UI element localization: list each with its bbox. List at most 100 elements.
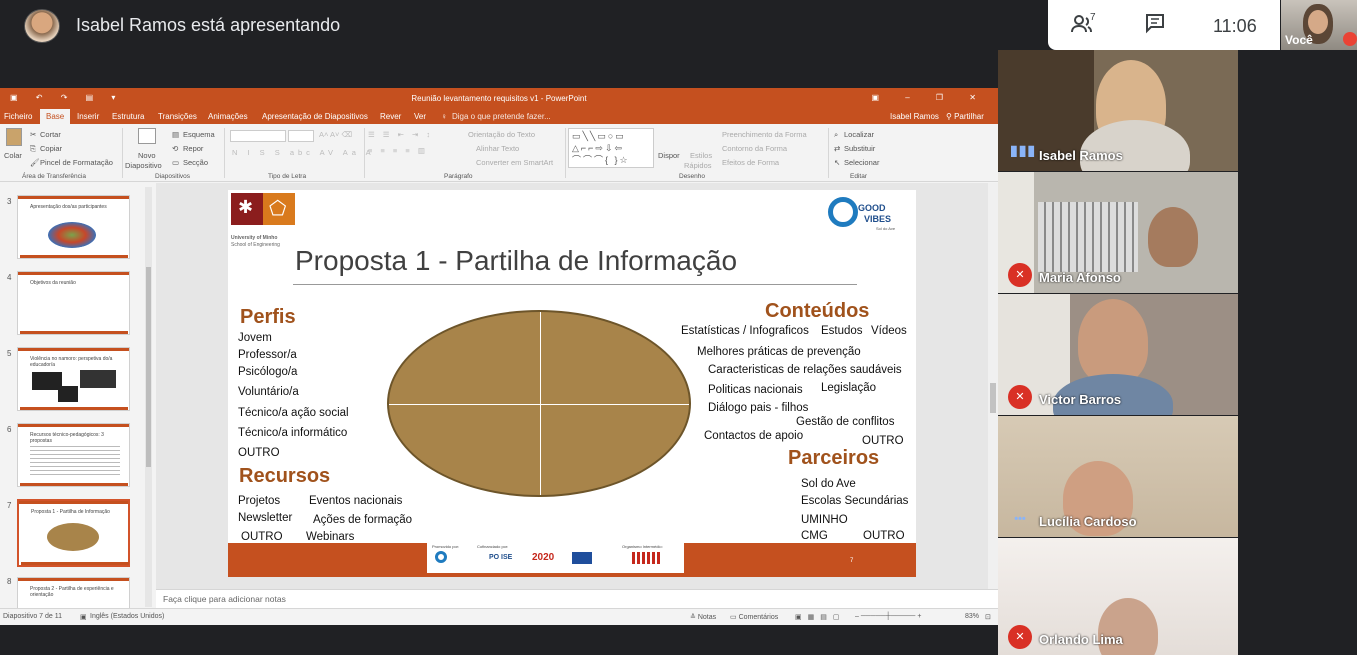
conteudo-item: Legislação — [821, 382, 876, 394]
tab-base[interactable]: Base — [40, 109, 71, 124]
recursos-heading: Recursos — [239, 465, 331, 487]
align-text-button[interactable]: Alinhar Texto — [476, 144, 519, 153]
thumb-slide-6[interactable]: Recursos técnico-pedagógicos: 3 proposta… — [17, 423, 130, 487]
comments-toggle-label: Comentários — [738, 614, 779, 621]
thumb-slide-3[interactable]: Apresentação dos/as participantes — [17, 195, 130, 259]
tab-rever[interactable]: Rever — [380, 112, 401, 121]
perfil-item: Jovem — [238, 332, 272, 344]
thumb-title: Objetivos da reunião — [30, 280, 76, 286]
participant-tile-isabel[interactable]: ▮▮▮ Isabel Ramos — [998, 50, 1238, 171]
new-slide-button[interactable]: Novo — [138, 151, 156, 160]
thumb-slide-7[interactable]: Proposta 1 - Partilha de Informação — [17, 499, 130, 567]
powerpoint-window: ▣ ↶ ↷ ▤ ▾ Reunião levantamento requisito… — [0, 88, 998, 625]
shape-fill-button[interactable]: Preenchimento da Forma — [722, 130, 807, 139]
mic-off-icon: ✕ — [1008, 263, 1032, 287]
group-drawing: Desenho — [679, 173, 706, 180]
recurso-item: Ações de formação — [313, 514, 413, 526]
zoom-level[interactable]: 83% — [965, 613, 979, 620]
participant-tile-maria[interactable]: ✕ Maria Afonso — [998, 172, 1238, 293]
participant-tile-victor[interactable]: ✕ Victor Barros — [998, 294, 1238, 415]
share-button[interactable]: ⚲ Partilhar — [946, 112, 984, 121]
thumb-number: 5 — [7, 349, 12, 358]
smartart-button[interactable]: Converter em SmartArt — [476, 158, 553, 167]
tab-estrutura[interactable]: Estrutura — [112, 112, 144, 121]
good-vibes-logo: GOOD VIBES Sol do Ave — [828, 193, 908, 233]
thumbnail-scrollbar[interactable] — [145, 187, 152, 607]
tab-transicoes[interactable]: Transições — [158, 112, 197, 121]
shapes-gallery[interactable]: ▭╲╲▭○▭ △⌐⌐⇨⇩⇦ ⌒⌒⌒{ }☆ — [568, 128, 654, 168]
paste-icon — [6, 128, 22, 146]
text-direction-button[interactable]: Orientação do Texto — [468, 130, 535, 139]
format-painter-button[interactable]: Pincel de Formatação — [40, 158, 113, 167]
font-grow-shrink[interactable]: A˄ A˅ ⌫ — [319, 130, 352, 139]
fit-slide-icon[interactable]: ⊡ — [985, 613, 991, 621]
font-style-buttons[interactable]: N I S S abc AV Aa A — [232, 148, 375, 157]
notes-pane[interactable]: Faça clique para adicionar notas — [156, 589, 998, 608]
tab-ficheiro[interactable]: Ficheiro — [4, 112, 32, 121]
participants-button[interactable]: 7 — [1070, 12, 1102, 36]
slide-canvas[interactable]: ✱ ⬠ University of Minho School of Engineer… — [228, 190, 916, 577]
zoom-slider[interactable]: – ─────┼───── + — [855, 613, 921, 620]
recurso-item: Newsletter — [238, 512, 293, 524]
view-buttons[interactable]: ▣▦▤▢ — [795, 613, 845, 621]
thumb-title: Violência no namoro: perspetiva do/a edu… — [30, 356, 113, 368]
layout-button[interactable]: Esquema — [183, 130, 215, 139]
quick-styles-label-2: Rápidos — [684, 161, 712, 170]
perfil-item: Psicólogo/a — [238, 366, 298, 378]
conteudo-item: Contactos de apoio — [704, 430, 804, 442]
thumb-title: Apresentação dos/as participantes — [30, 204, 107, 210]
replace-button[interactable]: Substituir — [844, 144, 875, 153]
group-editing: Editar — [850, 173, 867, 180]
language-indicator[interactable]: Inglês (Estados Unidos) — [90, 613, 164, 620]
group-font: Tipo de Letra — [268, 173, 307, 180]
window-controls[interactable]: ▣ – ❐ ✕ — [871, 93, 988, 102]
self-video-tile[interactable]: Você — [1281, 0, 1357, 50]
chat-button[interactable] — [1144, 12, 1170, 36]
quick-styles-button[interactable]: Estilos — [690, 151, 712, 160]
slide-editor: ✱ ⬠ University of Minho School of Engineer… — [156, 183, 988, 589]
list-buttons[interactable]: ☰ ☰ ⇤ ⇥ ↕ — [368, 130, 433, 139]
tell-me-search[interactable]: Diga o que pretende fazer... — [452, 112, 551, 121]
tab-ver[interactable]: Ver — [414, 112, 426, 121]
find-button[interactable]: Localizar — [844, 130, 874, 139]
lightbulb-icon: ♀ — [441, 112, 447, 121]
participant-name: Lucília Cardoso — [1039, 514, 1137, 529]
user-name: Isabel Ramos — [890, 112, 939, 121]
copy-button[interactable]: Copiar — [40, 144, 62, 153]
thumb-slide-5[interactable]: Violência no namoro: perspetiva do/a edu… — [17, 347, 130, 411]
font-size-input[interactable] — [288, 130, 314, 142]
conteudo-item: Caracteristicas de relações saudáveis — [708, 364, 902, 376]
font-name-input[interactable] — [230, 130, 286, 142]
section-button[interactable]: Secção — [183, 158, 208, 167]
shape-outline-button[interactable]: Contorno da Forma — [722, 144, 787, 153]
parceiro-item: UMINHO — [801, 514, 848, 526]
conteudo-item: Estudos — [821, 325, 863, 337]
center-ellipse-shape[interactable] — [387, 310, 691, 497]
slide-title: Proposta 1 - Partilha de Informação — [295, 245, 738, 276]
cut-button[interactable]: Cortar — [40, 130, 61, 139]
shape-effects-button[interactable]: Efeitos de Forma — [722, 158, 779, 167]
thumb-slide-4[interactable]: Objetivos da reunião — [17, 271, 130, 335]
conteudos-heading: Conteúdos — [765, 300, 870, 322]
participant-tile-lucilia[interactable]: ••• Lucília Cardoso — [998, 416, 1238, 537]
arrange-button[interactable]: Dispor — [658, 151, 680, 160]
select-button[interactable]: Selecionar — [844, 158, 879, 167]
align-buttons[interactable]: ≡ ≡ ≡ ≡ ▥ — [368, 146, 428, 155]
reset-button[interactable]: Repor — [183, 144, 203, 153]
notes-toggle[interactable]: ≙ Notas — [690, 613, 716, 621]
perfil-item: Voluntário/a — [238, 386, 299, 398]
participant-name: Maria Afonso — [1039, 270, 1121, 285]
participant-tile-orlando[interactable]: ✕ Orlando Lima — [998, 538, 1238, 655]
uminho-logo: ✱ ⬠ — [231, 193, 295, 225]
speaking-indicator-icon: ▮▮▮ — [1010, 142, 1037, 158]
paste-button[interactable]: Colar — [4, 151, 22, 160]
tab-apresentacao[interactable]: Apresentação de Diapositivos — [262, 112, 368, 121]
perfil-item: Técnico/a informático — [238, 427, 348, 439]
editor-scrollbar[interactable] — [988, 183, 998, 589]
tab-inserir[interactable]: Inserir — [77, 112, 99, 121]
comments-toggle[interactable]: ▭ Comentários — [730, 613, 778, 621]
brush-icon: 🖌 — [30, 158, 40, 167]
tab-animacoes[interactable]: Animações — [208, 112, 248, 121]
thumb-slide-8[interactable]: Proposta 2 - Partilha de experiência e o… — [17, 577, 130, 608]
share-label: Partilhar — [954, 112, 984, 121]
